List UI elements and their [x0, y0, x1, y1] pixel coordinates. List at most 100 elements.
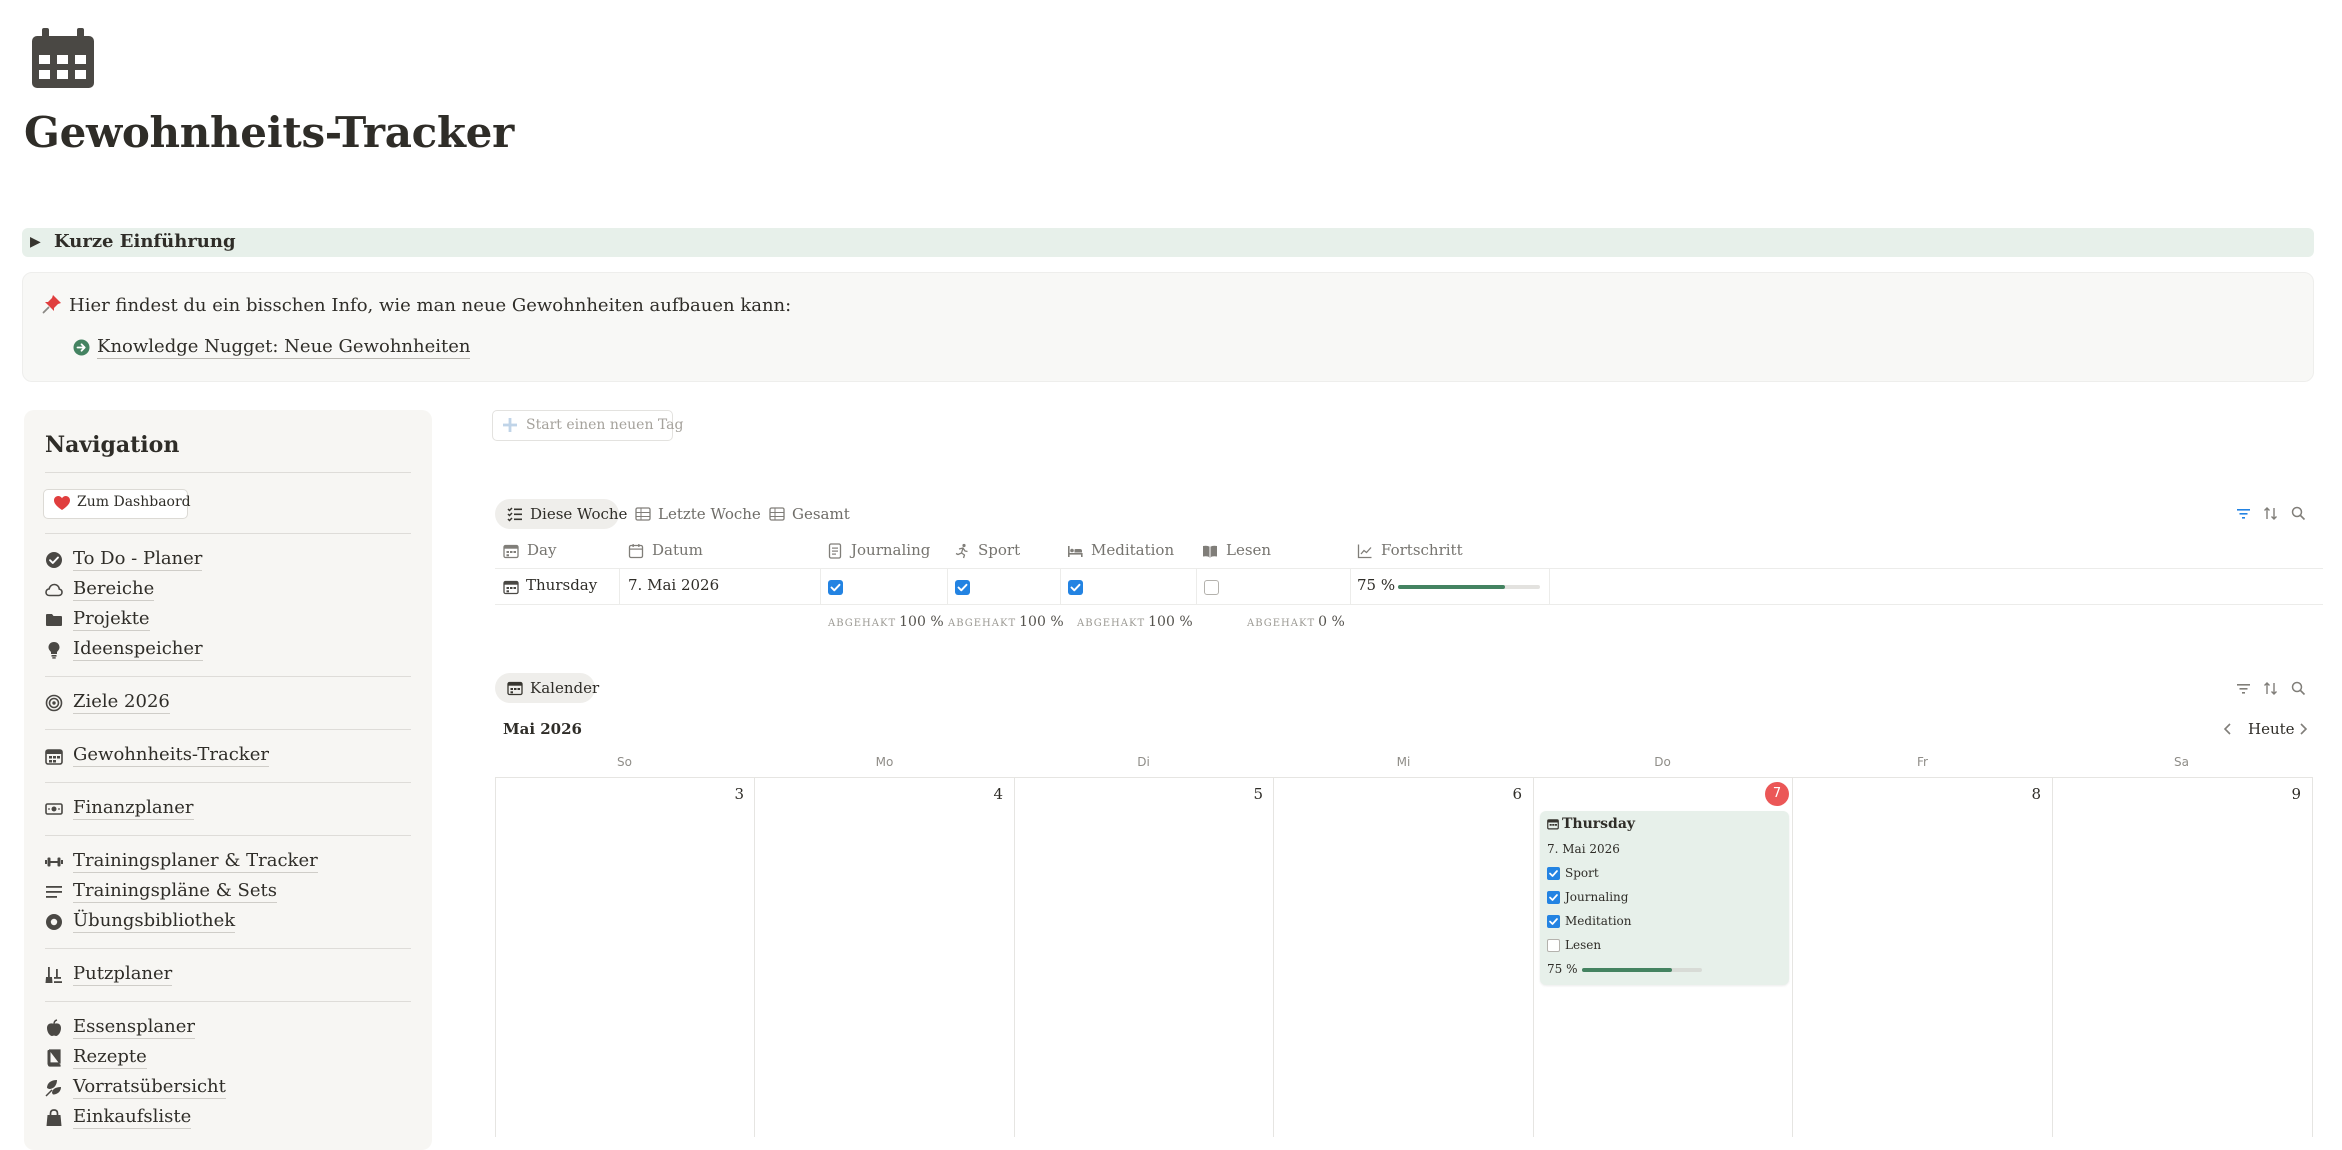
card-habit-label: Journaling — [1565, 890, 1629, 904]
search-icon[interactable] — [2290, 505, 2307, 522]
tab-label[interactable]: Kalender — [530, 679, 599, 697]
tab-label[interactable]: Gesamt — [792, 505, 850, 523]
tab-kalender[interactable]: Kalender — [495, 673, 599, 703]
nav-item-label[interactable]: Trainingspläne & Sets — [73, 880, 277, 903]
nav-item-label[interactable]: Putzplaner — [73, 963, 173, 986]
column-label: Meditation — [1091, 541, 1175, 559]
aggregate-meditation[interactable]: ABGEHAKT 100 % — [1077, 614, 1193, 630]
card-lesen-checkbox[interactable] — [1547, 939, 1560, 952]
weekday-thursday: Do — [1654, 755, 1671, 769]
callout-text: Hier findest du ein bisschen Info, wie m… — [69, 295, 792, 316]
nav-item-label[interactable]: Trainingsplaner & Tracker — [73, 850, 318, 873]
nav-item-label[interactable]: Essensplaner — [73, 1016, 195, 1039]
sport-checkbox[interactable] — [955, 580, 970, 595]
calendar-column-divider — [2312, 777, 2313, 1137]
heart-icon — [54, 496, 70, 511]
today-day-badge[interactable]: 7 — [1765, 782, 1789, 806]
weekday-wednesday: Mi — [1396, 755, 1411, 769]
cell-datum[interactable]: 7. Mai 2026 — [628, 576, 719, 594]
cell-day[interactable]: Thursday — [526, 576, 597, 594]
nav-item-label[interactable]: Ideenspeicher — [73, 638, 203, 661]
nav-item-label[interactable]: Finanzplaner — [73, 797, 194, 820]
sort-icon[interactable] — [2262, 680, 2279, 697]
card-progress-fill — [1582, 968, 1672, 972]
column-label: Sport — [978, 541, 1021, 559]
navigation-title: Navigation — [45, 432, 180, 458]
new-day-button-label[interactable]: Start einen neuen Tag — [526, 417, 684, 433]
nav-divider — [45, 782, 411, 783]
folder-icon — [45, 611, 63, 629]
intro-toggle[interactable] — [22, 228, 2314, 257]
nav-item-label[interactable]: Vorratsübersicht — [73, 1076, 226, 1099]
calendar-day-number[interactable]: 8 — [2001, 785, 2041, 803]
tab-letzte-woche[interactable]: Letzte Woche — [623, 499, 761, 529]
nav-item-label[interactable]: Einkaufsliste — [73, 1106, 192, 1129]
column-label: Fortschritt — [1381, 541, 1463, 559]
search-icon[interactable] — [2290, 680, 2307, 697]
meditation-checkbox[interactable] — [1068, 580, 1083, 595]
aggregate-lesen[interactable]: ABGEHAKT 0 % — [1247, 614, 1345, 630]
filter-icon[interactable] — [2235, 505, 2252, 522]
nav-divider — [45, 676, 411, 677]
nav-item-label[interactable]: Rezepte — [73, 1046, 147, 1069]
card-sport-checkbox[interactable] — [1547, 867, 1560, 880]
calendar-grid-icon[interactable] — [30, 28, 96, 90]
nav-item-label[interactable]: Ziele 2026 — [73, 691, 170, 714]
calendar-icon — [45, 747, 63, 765]
table-row-divider — [495, 604, 2323, 605]
calendar-column-divider — [1792, 777, 1793, 1137]
lesen-checkbox[interactable] — [1204, 580, 1219, 595]
tab-label[interactable]: Diese Woche — [530, 505, 627, 523]
nav-divider — [45, 1001, 411, 1002]
tab-label[interactable]: Letzte Woche — [658, 505, 761, 523]
bed-icon — [1067, 543, 1083, 559]
card-title[interactable]: Thursday — [1562, 816, 1635, 832]
card-journaling-checkbox[interactable] — [1547, 891, 1560, 904]
card-habit-label: Lesen — [1565, 938, 1602, 952]
nav-item-label[interactable]: To Do - Planer — [73, 548, 203, 571]
nav-item-label[interactable]: Gewohnheits-Tracker — [73, 744, 269, 767]
intro-toggle-label[interactable]: Kurze Einführung — [54, 231, 236, 252]
aggregate-sport[interactable]: ABGEHAKT 100 % — [948, 614, 1064, 630]
dumbbell-icon — [45, 853, 63, 871]
calendar-icon — [507, 680, 523, 696]
tab-gesamt[interactable]: Gesamt — [757, 499, 850, 529]
calendar-day-number[interactable]: 5 — [1223, 785, 1263, 803]
sort-icon[interactable] — [2262, 505, 2279, 522]
calendar-column-divider — [2052, 777, 2053, 1137]
calendar-day-number[interactable]: 4 — [963, 785, 1003, 803]
banknote-icon — [45, 800, 63, 818]
chevron-left-icon[interactable] — [2220, 721, 2236, 737]
weekday-tuesday: Di — [1137, 755, 1150, 769]
page-title: Gewohnheits-Tracker — [24, 108, 514, 157]
calendar-day-number[interactable]: 3 — [704, 785, 744, 803]
today-button[interactable]: Heute — [2248, 720, 2295, 738]
nav-item-label[interactable]: Bereiche — [73, 578, 155, 601]
nav-divider — [45, 948, 411, 949]
dashboard-button-label[interactable]: Zum Dashbaord — [77, 494, 191, 510]
filter-icon[interactable] — [2235, 680, 2252, 697]
apple-icon — [45, 1019, 63, 1037]
broom-icon — [45, 966, 63, 984]
column-label: Datum — [652, 541, 703, 559]
card-meditation-checkbox[interactable] — [1547, 915, 1560, 928]
nav-item-label[interactable]: Übungsbibliothek — [73, 910, 236, 933]
calendar-day-number[interactable]: 9 — [2261, 785, 2301, 803]
weekday-friday: Fr — [1917, 755, 1928, 769]
record-icon — [45, 913, 63, 931]
calendar-column-divider — [1533, 777, 1534, 1137]
book-icon — [45, 1049, 63, 1067]
table-column-divider — [1196, 569, 1197, 604]
knowledge-nugget-link[interactable]: Knowledge Nugget: Neue Gewohnheiten — [97, 336, 471, 359]
calendar-outline-icon — [628, 543, 644, 559]
leaves-icon — [45, 1079, 63, 1097]
chevron-right-icon[interactable] — [2295, 721, 2311, 737]
triangle-right-icon[interactable]: ▶ — [30, 234, 41, 250]
calendar-day-number[interactable]: 6 — [1482, 785, 1522, 803]
journaling-checkbox[interactable] — [828, 580, 843, 595]
nav-item-label[interactable]: Projekte — [73, 608, 150, 631]
tab-diese-woche[interactable]: Diese Woche — [495, 499, 627, 529]
aggregate-journaling[interactable]: ABGEHAKT 100 % — [828, 614, 944, 630]
calendar-column-divider — [495, 777, 496, 1137]
column-label: Day — [527, 541, 557, 559]
